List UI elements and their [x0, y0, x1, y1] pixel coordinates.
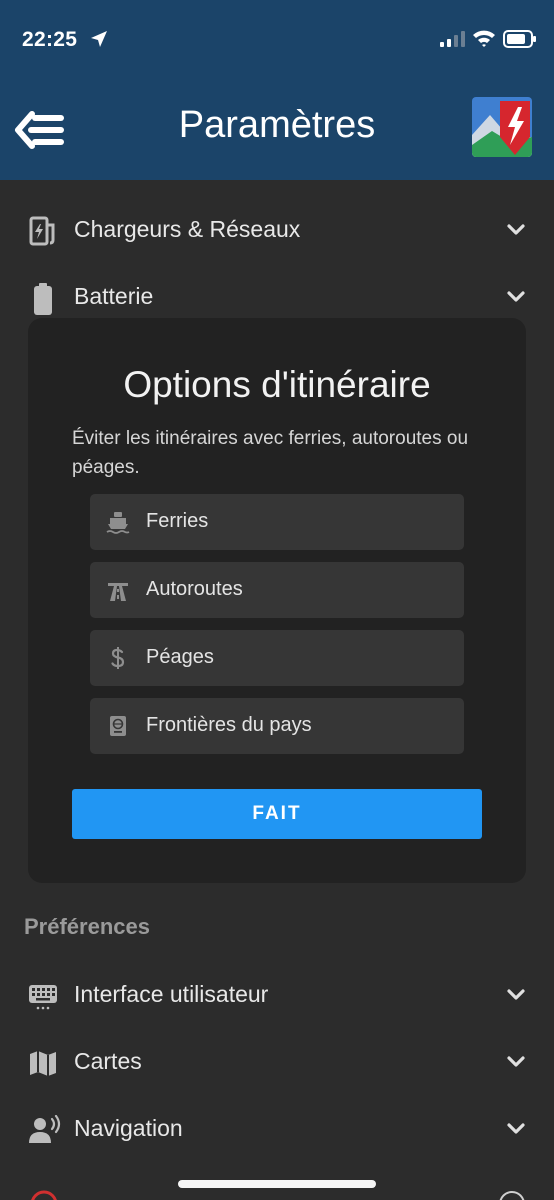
option-label: Péages — [146, 646, 214, 668]
wifi-icon — [472, 28, 496, 53]
option-label: Autoroutes — [146, 578, 243, 600]
section-title-preferences: Préférences — [24, 914, 150, 939]
chevron-down-icon — [506, 1054, 526, 1070]
passport-icon — [106, 714, 130, 738]
chevron-down-icon — [506, 222, 526, 238]
setting-row-maps[interactable]: Cartes — [0, 1030, 554, 1094]
signal-icon — [440, 31, 466, 52]
app-header: Paramètres — [0, 80, 554, 180]
voice-navigation-icon — [28, 1114, 61, 1145]
app-logo[interactable] — [472, 97, 532, 157]
battery-icon — [503, 30, 537, 53]
option-label: Frontières du pays — [146, 714, 312, 736]
ferry-icon — [106, 510, 130, 534]
map-icon — [28, 1048, 58, 1078]
option-highways[interactable]: Autoroutes — [90, 562, 464, 618]
keyboard-icon — [28, 981, 58, 1011]
setting-row-label: Chargeurs & Réseaux — [74, 216, 301, 242]
home-indicator — [178, 1180, 376, 1188]
page-title: Paramètres — [178, 104, 376, 146]
status-time: 22:25 — [22, 28, 78, 51]
setting-row-navigation[interactable]: Navigation — [0, 1097, 554, 1161]
setting-row-label: Interface utilisateur — [74, 981, 269, 1007]
option-ferries[interactable]: Ferries — [90, 494, 464, 550]
setting-row-label: Batterie — [74, 283, 154, 309]
dollar-icon — [106, 646, 130, 670]
location-arrow-icon — [90, 30, 108, 53]
setting-row-chargers[interactable]: Chargeurs & Réseaux — [0, 198, 554, 262]
setting-row-label: Navigation — [74, 1115, 183, 1141]
done-button[interactable]: FAIT — [72, 789, 482, 839]
charging-station-icon — [28, 216, 58, 246]
battery-full-icon — [28, 283, 58, 315]
status-bar: 22:25 — [0, 0, 554, 80]
option-tolls[interactable]: Péages — [90, 630, 464, 686]
option-label: Ferries — [146, 510, 209, 532]
chevron-down-icon — [506, 1121, 526, 1137]
dialog-description: Éviter les itinéraires avec ferries, aut… — [72, 428, 469, 478]
dialog-title: Options d'itinéraire — [123, 364, 431, 405]
route-options-dialog: Options d'itinéraire Éviter les itinérai… — [28, 318, 526, 883]
option-borders[interactable]: Frontières du pays — [90, 698, 464, 754]
highway-icon — [106, 578, 130, 602]
chevron-down-icon — [506, 289, 526, 305]
chevron-down-icon — [506, 987, 526, 1003]
setting-row-user-interface[interactable]: Interface utilisateur — [0, 963, 554, 1027]
setting-row-label: Cartes — [74, 1048, 142, 1074]
